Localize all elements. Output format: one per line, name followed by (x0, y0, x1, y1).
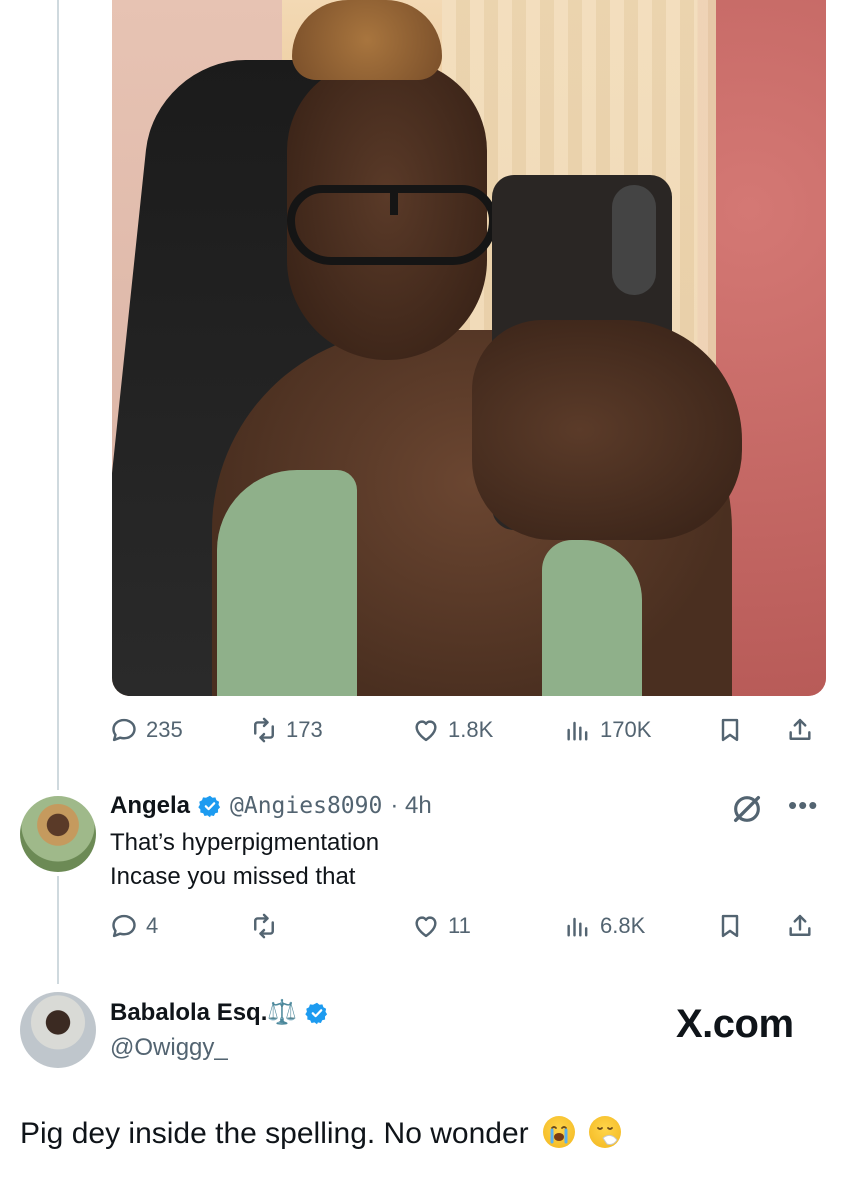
display-name[interactable]: Babalola Esq.⚖️ (110, 998, 297, 1027)
reply-button[interactable]: 4 (110, 912, 158, 940)
x-com-watermark: X.com (676, 1002, 794, 1046)
repost-count: 173 (286, 717, 323, 742)
bookmark-icon (721, 718, 739, 742)
share-icon (789, 718, 811, 740)
like-count: 1.8K (448, 717, 494, 742)
sneezing-face-icon (589, 1116, 622, 1148)
photo-top-left (217, 470, 357, 696)
quoter-header: Babalola Esq.⚖️ (110, 998, 329, 1027)
photo-hand (472, 320, 742, 540)
quote-text-content: Pig dey inside the spelling. No wonder (20, 1117, 529, 1150)
quoter-handle-line: @Owiggy_ (110, 1034, 228, 1062)
user-handle[interactable]: @Angies8090 (230, 793, 382, 819)
user-handle[interactable]: @Owiggy_ (110, 1034, 228, 1062)
thread-line (57, 0, 59, 790)
reply-count: 235 (146, 717, 183, 742)
photo-bun (292, 0, 442, 80)
photo-door (716, 0, 826, 696)
tweet-photo[interactable] (112, 0, 826, 696)
bookmark-button[interactable] (716, 912, 744, 940)
thread-line (57, 876, 59, 984)
quote-text: Pig dey inside the spelling. No wonder (20, 1116, 622, 1151)
loudly-crying-face-svg (550, 1126, 568, 1144)
avatar[interactable] (20, 992, 96, 1068)
photo-glasses (287, 185, 497, 265)
loudly-crying-face-icon (542, 1116, 575, 1148)
display-name[interactable]: Angela (110, 792, 190, 820)
avatar[interactable] (20, 796, 96, 872)
timestamp[interactable]: · 4h (390, 792, 431, 820)
share-button[interactable] (786, 716, 814, 744)
bookmark-button[interactable] (716, 716, 744, 744)
reply-icon (112, 718, 136, 742)
more-icon[interactable]: ••• (788, 790, 818, 821)
views-icon (567, 917, 588, 937)
verified-badge-icon (198, 795, 221, 818)
views-icon (567, 721, 588, 741)
reply-text-line: Incase you missed that (110, 863, 356, 890)
like-button[interactable]: 11 (412, 912, 471, 940)
views-count: 170K (600, 717, 652, 742)
photo-top-right (542, 540, 642, 696)
share-icon (789, 914, 811, 936)
heart-icon (415, 916, 437, 938)
repost-icon (254, 913, 274, 939)
tweet-actions: 235 173 1.8K 170K (110, 708, 826, 752)
reply-text-line: That’s hyperpigmentation (110, 829, 380, 856)
repost-icon (254, 717, 274, 743)
like-button[interactable]: 1.8K (412, 716, 493, 744)
reply-icon (112, 914, 136, 938)
reply-header: Angela @Angies8090 · 4h (110, 792, 432, 820)
reply-text: That’s hyperpigmentation Incase you miss… (110, 826, 379, 894)
views-button[interactable]: 6.8K (564, 912, 645, 940)
reply-count: 4 (146, 913, 159, 938)
photo-camera (612, 185, 656, 295)
repost-button[interactable] (250, 912, 278, 940)
bookmark-icon (721, 914, 739, 938)
verified-badge-icon (305, 1002, 328, 1024)
like-count: 11 (448, 913, 471, 938)
heart-icon (415, 720, 437, 742)
sneezing-face-svg (597, 1127, 618, 1145)
views-button[interactable]: 170K (564, 716, 651, 744)
repost-button[interactable]: 173 (250, 716, 323, 744)
grok-icon[interactable] (730, 792, 764, 826)
reply-actions: 4 11 6.8K (110, 904, 826, 948)
share-button[interactable] (786, 912, 814, 940)
views-count: 6.8K (600, 913, 646, 938)
reply-button[interactable]: 235 (110, 716, 183, 744)
